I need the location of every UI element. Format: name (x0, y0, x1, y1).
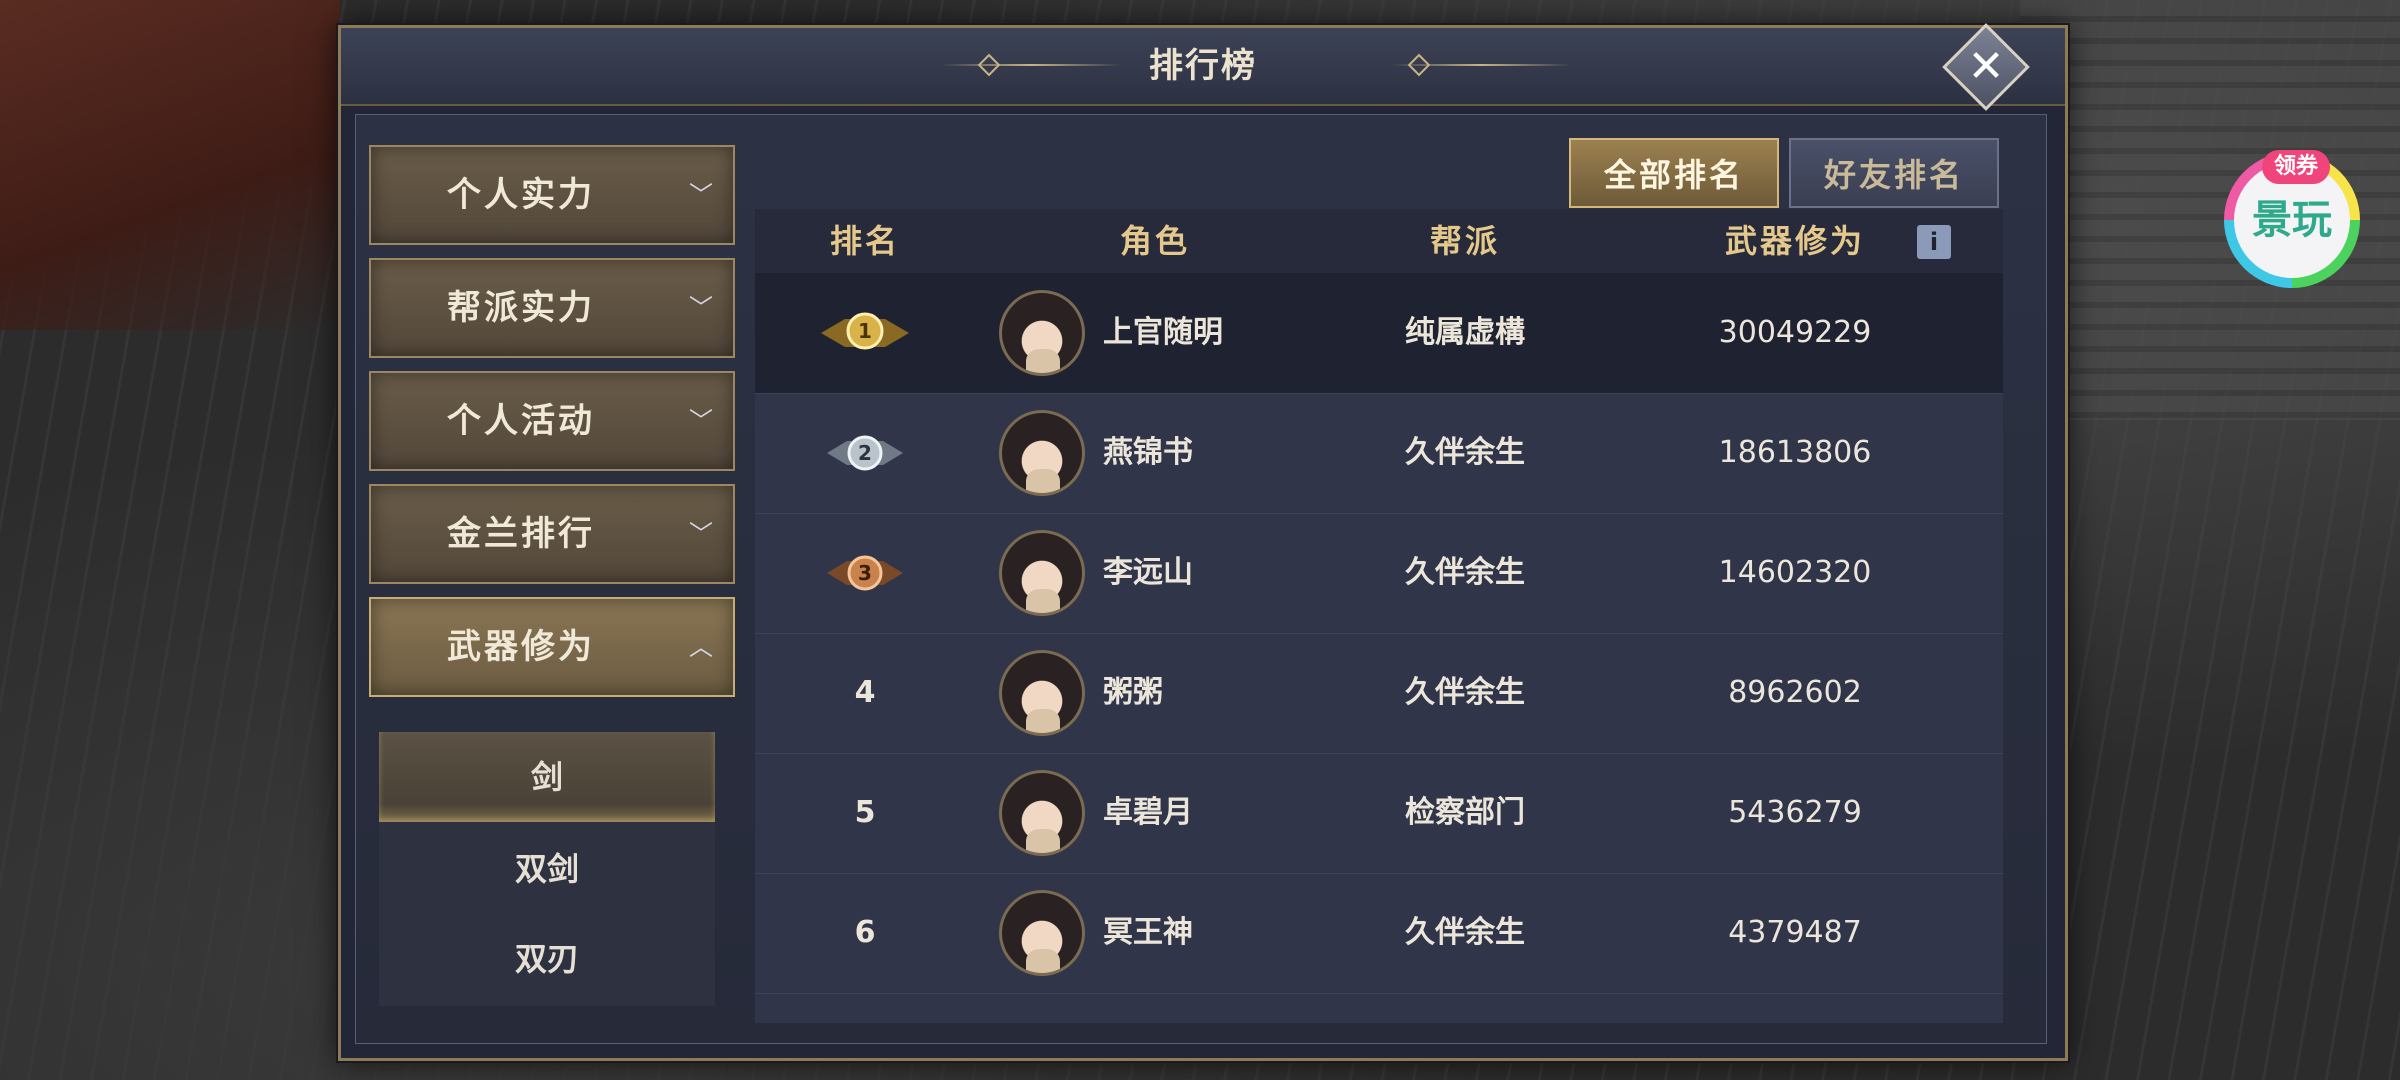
guild-name: 检察部门 (1405, 795, 1525, 830)
subcategory-sword[interactable]: 剑 (379, 732, 715, 822)
player-name[interactable]: 卓碧月 (1103, 753, 1323, 873)
category-label: 金兰排行 (447, 514, 595, 554)
subcategory-dual-blades[interactable]: 双刃 (379, 914, 715, 1004)
player-name[interactable]: 冥王神 (1103, 873, 1323, 993)
title-bar: 排行榜 ✕ (341, 23, 2065, 111)
header-guild: 帮派 (1429, 222, 1500, 260)
window-title: 排行榜 (1149, 46, 1257, 86)
avatar[interactable] (999, 410, 1085, 496)
weapon-subcategory-list: 剑 双剑 双刃 (379, 732, 715, 1006)
tab-friend-ranking[interactable]: 好友排名 (1789, 138, 1999, 208)
tab-all-ranking[interactable]: 全部排名 (1569, 138, 1779, 208)
table-row[interactable]: 2 燕锦书 久伴余生 18613806 (755, 393, 2003, 514)
category-label: 个人实力 (447, 175, 595, 215)
table-header: 排名 角色 帮派 武器修为 i (755, 209, 2003, 273)
gold-medal-icon: 1 (821, 312, 909, 350)
category-label: 武器修为 (447, 627, 595, 667)
player-name[interactable]: 上官随明 (1103, 273, 1323, 393)
guild-name: 久伴余生 (1405, 915, 1525, 950)
weapon-score: 5436279 (1728, 795, 1862, 830)
rank-number: 6 (854, 915, 876, 950)
guild-name: 纯属虚構 (1405, 315, 1525, 350)
close-icon[interactable]: ✕ (1955, 36, 2017, 98)
player-name[interactable]: 粥粥 (1103, 633, 1323, 753)
table-row[interactable]: 3 李远山 久伴余生 14602320 (755, 513, 2003, 634)
rank-number: 4 (854, 675, 876, 710)
header-weapon-cultivation: 武器修为 (1724, 222, 1865, 260)
category-weapon-cultivation[interactable]: 武器修为 ︿ (369, 597, 735, 697)
subcategory-dual-swords[interactable]: 双剑 (379, 824, 715, 914)
medal-number: 3 (858, 561, 872, 585)
header-rank: 排名 (829, 222, 900, 260)
chevron-down-icon: ﹀ (689, 407, 713, 435)
table-row[interactable]: 5 卓碧月 检察部门 5436279 (755, 753, 2003, 874)
avatar[interactable] (999, 890, 1085, 976)
silver-medal-icon: 2 (827, 435, 903, 471)
avatar[interactable] (999, 530, 1085, 616)
weapon-score: 14602320 (1718, 555, 1872, 590)
table-row[interactable]: 1 上官随明 纯属虚構 30049229 (755, 273, 2003, 394)
background-building (0, 0, 340, 330)
chevron-down-icon: ﹀ (689, 181, 713, 209)
leaderboard-window: 排行榜 ✕ 个人实力 ﹀ 帮派实力 ﹀ 个人活动 ﹀ 金兰排行 ﹀ 武器修为 ︿… (338, 23, 2068, 1061)
category-personal-activity[interactable]: 个人活动 ﹀ (369, 371, 735, 471)
medal-number: 2 (858, 441, 872, 465)
player-name[interactable]: 李远山 (1103, 513, 1323, 633)
chevron-down-icon: ﹀ (689, 520, 713, 548)
category-label: 个人活动 (447, 401, 595, 441)
guild-name: 久伴余生 (1405, 555, 1525, 590)
chevron-up-icon: ︿ (689, 633, 713, 661)
medal-number: 1 (858, 319, 872, 343)
bronze-medal-icon: 3 (827, 555, 903, 591)
weapon-score: 4379487 (1728, 915, 1862, 950)
coupon-tag[interactable]: 领券 (2262, 150, 2330, 184)
weapon-score: 30049229 (1718, 315, 1872, 350)
guild-name: 久伴余生 (1405, 675, 1525, 710)
player-name[interactable]: 燕锦书 (1103, 393, 1323, 513)
weapon-score: 8962602 (1728, 675, 1862, 710)
category-sworn-ranking[interactable]: 金兰排行 ﹀ (369, 484, 735, 584)
guild-name: 久伴余生 (1405, 435, 1525, 470)
category-personal-strength[interactable]: 个人实力 ﹀ (369, 145, 735, 245)
avatar[interactable] (999, 770, 1085, 856)
table-row[interactable]: 6 冥王神 久伴余生 4379487 (755, 873, 2003, 994)
category-guild-strength[interactable]: 帮派实力 ﹀ (369, 258, 735, 358)
chevron-down-icon: ﹀ (689, 294, 713, 322)
avatar[interactable] (999, 650, 1085, 736)
header-role: 角色 (1119, 222, 1190, 260)
weapon-score: 18613806 (1718, 435, 1872, 470)
avatar[interactable] (999, 290, 1085, 376)
info-icon[interactable]: i (1917, 225, 1951, 259)
rank-number: 5 (854, 795, 876, 830)
ranking-table: 排名 角色 帮派 武器修为 i 1 上官随明 纯属虚構 30049229 2 燕… (755, 209, 2003, 1023)
category-label: 帮派实力 (447, 288, 595, 328)
table-row[interactable]: 4 粥粥 久伴余生 8962602 (755, 633, 2003, 754)
